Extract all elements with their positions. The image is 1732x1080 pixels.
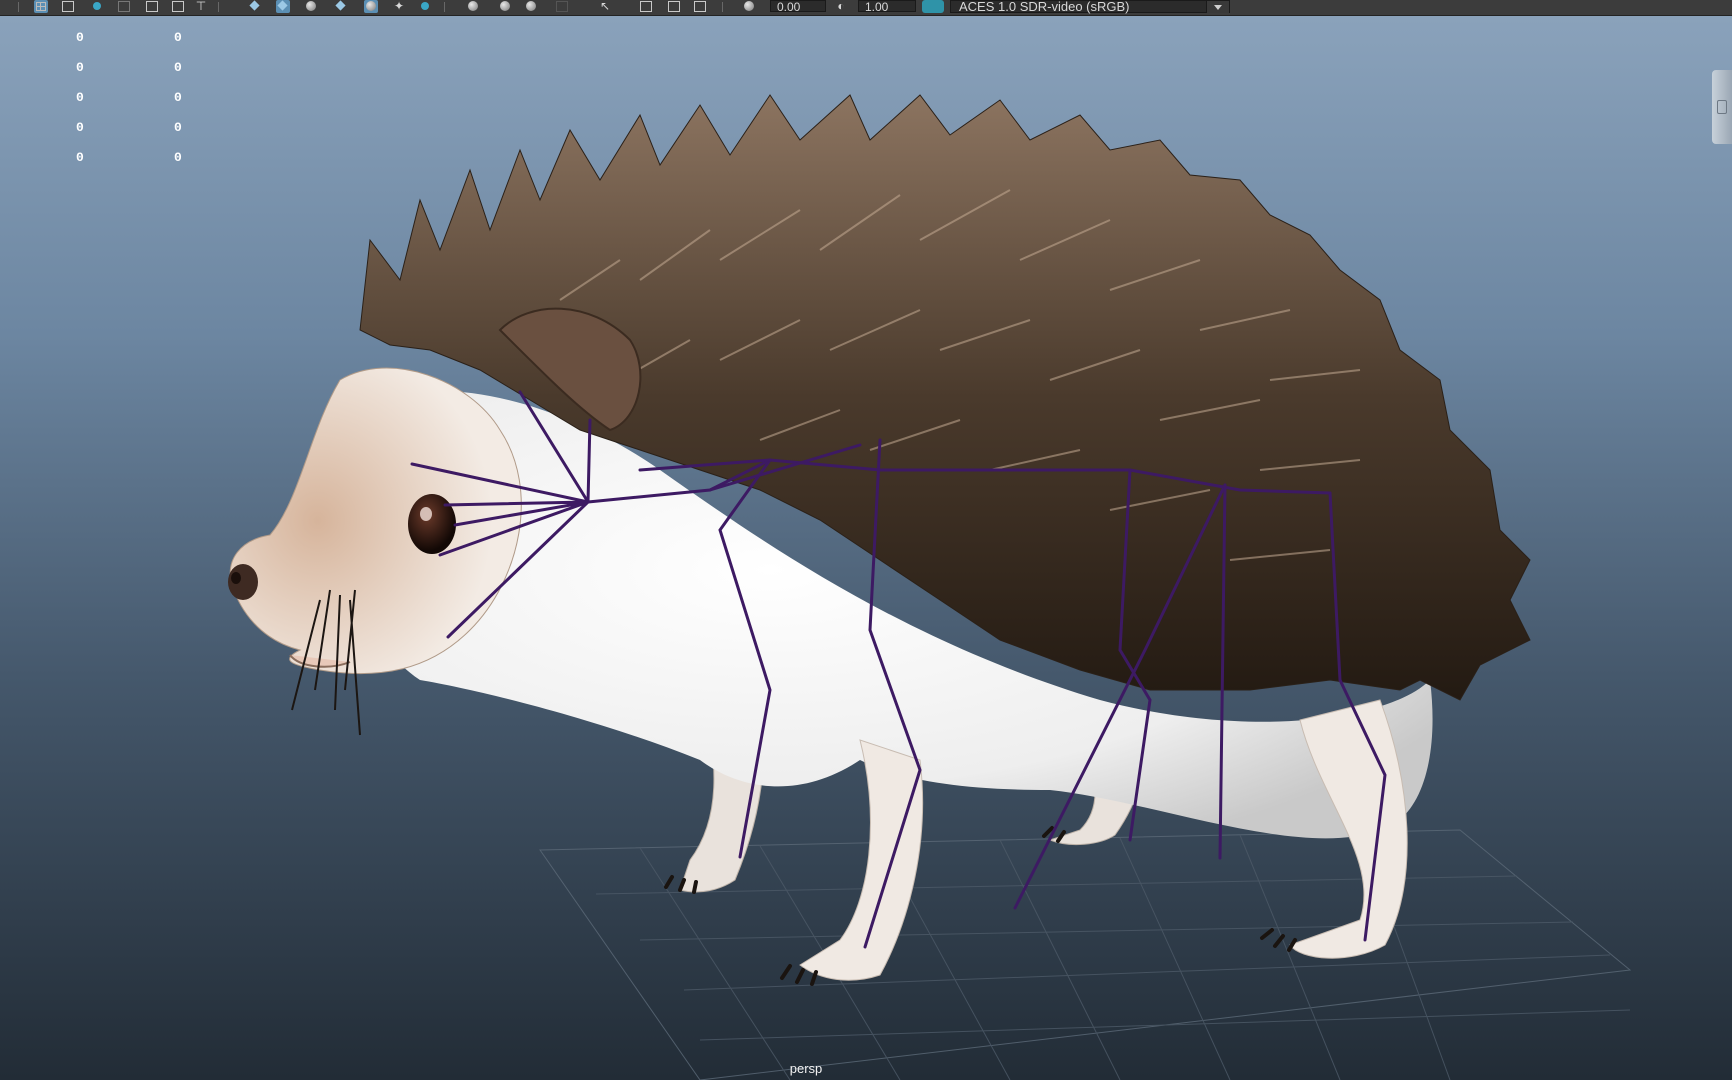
toolbar-separator xyxy=(444,2,445,12)
hedgehog-eye xyxy=(408,494,456,554)
textured-icon[interactable] xyxy=(276,0,290,13)
wireframe-on-shaded-icon[interactable] xyxy=(556,1,568,12)
gamma-field[interactable]: 1.00 xyxy=(858,0,916,13)
smooth-shade-icon[interactable] xyxy=(248,0,262,13)
safe-frame-icon[interactable] xyxy=(118,1,130,12)
camera-icon[interactable] xyxy=(90,0,104,13)
exposure-icon[interactable] xyxy=(742,0,756,13)
select-camera-icon[interactable] xyxy=(524,0,538,13)
xray-icon[interactable] xyxy=(172,1,184,12)
isolate-icon[interactable] xyxy=(668,1,680,12)
color-management-icon[interactable] xyxy=(922,0,944,13)
nostril xyxy=(231,572,241,584)
eye-highlight xyxy=(420,507,432,521)
3d-viewport[interactable]: 0 0 0 0 0 0 0 0 0 0 persp xyxy=(0,16,1732,1080)
backface-icon[interactable] xyxy=(640,1,652,12)
hedgehog-model[interactable] xyxy=(0,16,1732,1080)
isolate-select-icon[interactable] xyxy=(498,0,512,13)
toolbar-separator xyxy=(722,2,723,12)
lights-icon[interactable] xyxy=(304,0,318,13)
grid-icon[interactable] xyxy=(34,0,48,13)
toolbar-separator xyxy=(218,2,219,12)
image-plane-icon[interactable] xyxy=(62,1,74,12)
depth-of-field-icon[interactable] xyxy=(466,0,480,13)
selection-highlight-icon[interactable] xyxy=(694,1,706,12)
gate-mask-icon[interactable]: ⊤ xyxy=(194,0,208,13)
ambient-occlusion-icon[interactable] xyxy=(364,0,378,13)
color-space-label: ACES 1.0 SDR-video (sRGB) xyxy=(959,0,1130,14)
toolbar-separator xyxy=(18,2,19,12)
viewport-toolbar: ⊤ ✦ ↖ 0.00 ◐ 1.00 ACES 1.0 SDR-video (sR… xyxy=(0,0,1732,16)
chevron-down-icon[interactable] xyxy=(1206,1,1229,13)
gamma-icon[interactable]: ◐ xyxy=(834,0,848,13)
resolution-gate-icon[interactable] xyxy=(146,1,158,12)
antialias-icon[interactable] xyxy=(418,0,432,13)
exposure-field[interactable]: 0.00 xyxy=(770,0,826,13)
color-space-dropdown[interactable]: ACES 1.0 SDR-video (sRGB) xyxy=(950,0,1230,13)
xray-joints-icon[interactable]: ↖ xyxy=(598,0,612,13)
motion-blur-icon[interactable]: ✦ xyxy=(392,0,406,13)
camera-name-label: persp xyxy=(789,1061,823,1076)
shadows-icon[interactable] xyxy=(334,0,348,13)
hedgehog-claws xyxy=(664,826,1297,986)
